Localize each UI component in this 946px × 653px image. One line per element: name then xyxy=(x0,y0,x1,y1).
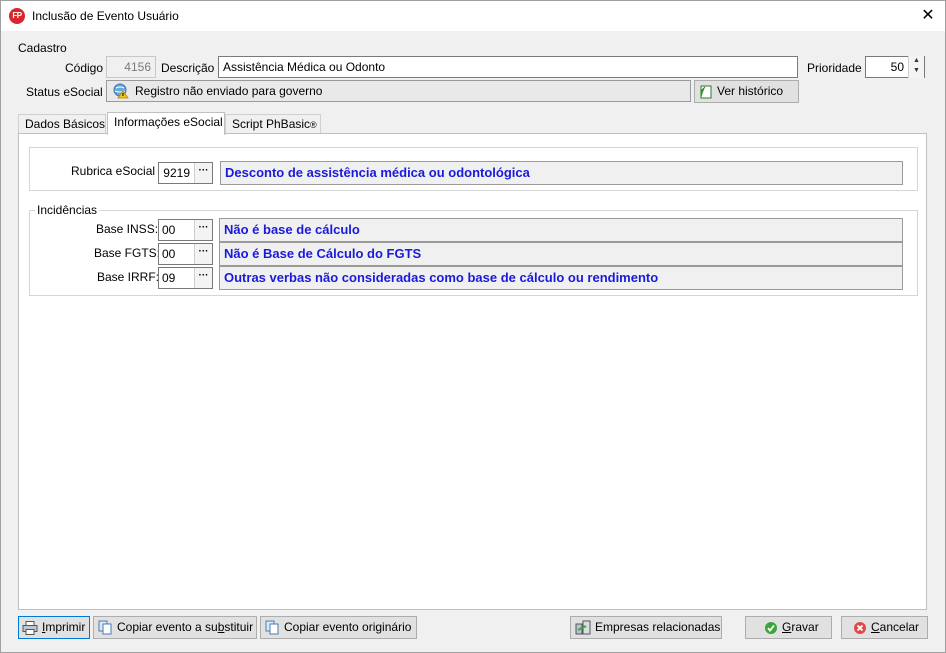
cancel-icon xyxy=(854,621,866,634)
window-title: Inclusão de Evento Usuário xyxy=(32,9,179,23)
gravar-label: ravar xyxy=(791,620,819,634)
tab-script-label: Script PhBasic xyxy=(232,117,311,131)
check-icon xyxy=(765,621,777,634)
spin-up-icon[interactable]: ▲ xyxy=(909,56,924,66)
tab-script-phbasic[interactable]: Script PhBasic® xyxy=(225,114,321,134)
ver-historico-button[interactable]: Ver histórico xyxy=(694,80,799,103)
imprimir-label: mprimir xyxy=(45,620,86,634)
printer-icon xyxy=(22,620,38,635)
copy-icon xyxy=(265,620,279,635)
spin-down-icon[interactable]: ▼ xyxy=(909,66,924,76)
copiar-sub-label-post: stituir xyxy=(224,620,254,634)
base-fgts-code-input[interactable]: 00 ··· xyxy=(158,243,213,265)
imprimir-button[interactable]: Imprimir xyxy=(18,616,90,639)
rubrica-lookup-button[interactable]: ··· xyxy=(194,163,212,183)
base-inss-code-value: 00 xyxy=(162,223,176,237)
rubrica-description: Desconto de assistência médica ou odonto… xyxy=(220,161,903,185)
copiar-evento-originario-button[interactable]: Copiar evento originário xyxy=(260,616,417,639)
tab-informacoes-esocial[interactable]: Informações eSocial xyxy=(107,112,225,135)
app-logo-icon: FP xyxy=(9,8,25,24)
base-inss-code-input[interactable]: 00 ··· xyxy=(158,219,213,241)
base-irrf-label: Base IRRF: xyxy=(97,270,160,284)
prioridade-spin-buttons[interactable]: ▲ ▼ xyxy=(908,56,924,78)
copiar-sub-label-pre: Copiar evento a su xyxy=(117,620,218,634)
warning-globe-icon xyxy=(113,83,129,99)
dialog-window: FP Inclusão de Evento Usuário ✕ Cadastro… xyxy=(0,0,946,653)
base-fgts-label: Base FGTS: xyxy=(94,246,161,260)
gravar-button[interactable]: Gravar xyxy=(745,616,832,639)
close-button[interactable]: ✕ xyxy=(913,4,943,28)
cadastro-group-label: Cadastro xyxy=(18,41,67,55)
descricao-input[interactable]: Assistência Médica ou Odonto xyxy=(218,56,798,78)
codigo-label: Código xyxy=(65,61,104,75)
registered-badge: ® xyxy=(310,120,317,130)
base-inss-lookup-button[interactable]: ··· xyxy=(194,220,212,240)
status-esocial-value: Registro não enviado para governo xyxy=(135,84,323,98)
status-esocial-label: Status eSocial xyxy=(26,85,103,99)
incidencias-label: Incidências xyxy=(35,203,100,217)
codigo-field: 4156 xyxy=(106,56,156,78)
base-irrf-code-value: 09 xyxy=(162,271,176,285)
rubrica-label: Rubrica eSocial xyxy=(71,164,156,178)
base-irrf-code-input[interactable]: 09 ··· xyxy=(158,267,213,289)
rubrica-code-value: 9219 xyxy=(163,166,190,180)
base-fgts-code-value: 00 xyxy=(162,247,176,261)
empresas-relacionadas-button[interactable]: Empresas relacionadas xyxy=(570,616,722,639)
incidencias-group: Incidências Base INSS: 00 ··· Não é base… xyxy=(29,203,918,296)
rubrica-group: Rubrica eSocial 9219 ··· Desconto de ass… xyxy=(29,147,918,191)
copiar-evento-substituir-button[interactable]: Copiar evento a substituir xyxy=(93,616,257,639)
prioridade-value: 50 xyxy=(890,60,904,74)
history-icon xyxy=(700,85,712,99)
companies-icon xyxy=(575,620,591,635)
cancelar-label: ancelar xyxy=(879,620,920,634)
status-esocial-field: Registro não enviado para governo xyxy=(106,80,691,102)
gravar-accel: G xyxy=(782,620,792,634)
empresas-label: Empresas relacionadas xyxy=(595,620,721,634)
base-fgts-description: Não é Base de Cálculo do FGTS xyxy=(219,242,903,266)
cancelar-accel: C xyxy=(871,620,880,634)
descricao-label: Descrição xyxy=(161,61,215,75)
esocial-tab-panel: Rubrica eSocial 9219 ··· Desconto de ass… xyxy=(18,133,927,610)
cancelar-button[interactable]: Cancelar xyxy=(841,616,928,639)
base-irrf-description: Outras verbas não consideradas como base… xyxy=(219,266,903,290)
tab-dados-basicos[interactable]: Dados Básicos xyxy=(18,114,106,134)
copiar-orig-label: Copiar evento originário xyxy=(284,620,412,634)
base-inss-description: Não é base de cálculo xyxy=(219,218,903,242)
rubrica-code-input[interactable]: 9219 ··· xyxy=(158,162,213,184)
title-bar: FP Inclusão de Evento Usuário ✕ xyxy=(1,1,945,31)
base-inss-label: Base INSS: xyxy=(96,222,159,236)
base-irrf-lookup-button[interactable]: ··· xyxy=(194,268,212,288)
prioridade-label: Prioridade xyxy=(807,61,862,75)
ver-historico-label: Ver histórico xyxy=(717,84,784,98)
base-fgts-lookup-button[interactable]: ··· xyxy=(194,244,212,264)
copy-icon xyxy=(98,620,112,635)
